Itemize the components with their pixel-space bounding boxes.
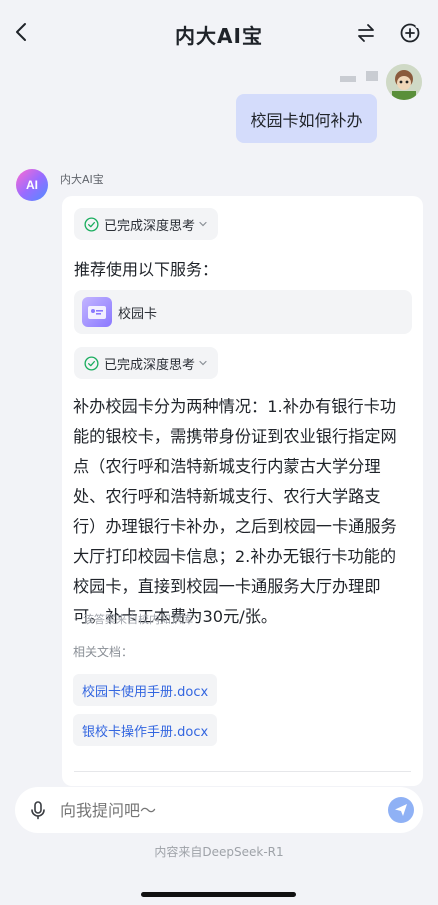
service-label: 校园卡 [118, 306, 158, 322]
thinking-label: 已完成深度思考 [104, 357, 196, 373]
user-avatar[interactable] [386, 64, 422, 100]
bot-message-card: 已完成深度思考 推荐使用以下服务： 校园卡 已完成深度思考 补办校园卡分为两种情… [62, 196, 423, 786]
recommend-text: 推荐使用以下服务： [74, 260, 219, 279]
avatar-image [386, 64, 422, 100]
user-message-text: 校园卡如何补办 [250, 110, 363, 130]
microphone-icon[interactable] [28, 800, 48, 820]
send-icon [395, 804, 407, 816]
answer-line: 处、农行呼和浩特新城支行、农行大学路支 [73, 487, 381, 506]
doc-link-bank-card-manual[interactable]: 银校卡操作手册.docx [73, 714, 218, 746]
answer-line: 点（农行呼和浩特新城支行内蒙古大学分理 [73, 457, 381, 476]
swap-icon[interactable] [354, 21, 378, 45]
answer-line: 能的银校卡，需携带身份证到农业银行指定网 [73, 427, 397, 446]
chevron-down-icon [199, 360, 207, 366]
answer-line: 校园卡，直接到校园一卡通服务大厅办理即 [73, 577, 381, 596]
redacted-name [340, 76, 356, 82]
bot-name: 内大AI宝 [60, 173, 104, 186]
app-header: 内大AI宝 [0, 0, 438, 64]
thinking-toggle[interactable]: 已完成深度思考 [74, 208, 219, 240]
bot-avatar: AI [16, 169, 48, 201]
answer-text: 补办校园卡分为两种情况：1.补办有银行卡功 能的银校卡，需携带身份证到农业银行指… [73, 392, 413, 632]
home-indicator[interactable] [141, 892, 296, 897]
answer-line: 补办校园卡分为两种情况：1.补办有银行卡功 [73, 397, 397, 416]
knowledge-base-note: ◦ 该答案来自校内知识库 [73, 613, 193, 626]
chat-input[interactable] [60, 800, 360, 820]
user-message-bubble: 校园卡如何补办 [236, 94, 377, 143]
add-circle-icon[interactable] [398, 21, 422, 45]
answer-line: 大厅打印校园卡信息；2.补办无银行卡功能的 [73, 547, 397, 566]
send-button[interactable] [388, 797, 414, 823]
check-circle-icon [84, 216, 99, 232]
thinking-toggle[interactable]: 已完成深度思考 [74, 347, 219, 379]
check-circle-icon [84, 355, 99, 371]
doc-link-campus-card-manual[interactable]: 校园卡使用手册.docx [73, 674, 218, 706]
related-docs-label: 相关文档： [73, 645, 134, 659]
thinking-label: 已完成深度思考 [104, 218, 196, 234]
bot-avatar-label: AI [26, 178, 38, 192]
chevron-down-icon [199, 221, 207, 227]
answer-line: 行）办理银行卡补办，之后到校园一卡通服务 [73, 517, 397, 536]
model-source-note: 内容来自DeepSeek-R1 [154, 845, 284, 859]
divider [74, 771, 411, 772]
service-card-campus-card[interactable]: 校园卡 [74, 290, 412, 334]
redacted-name [366, 71, 378, 81]
chat-input-bar [15, 787, 423, 833]
campus-card-icon [82, 297, 112, 327]
